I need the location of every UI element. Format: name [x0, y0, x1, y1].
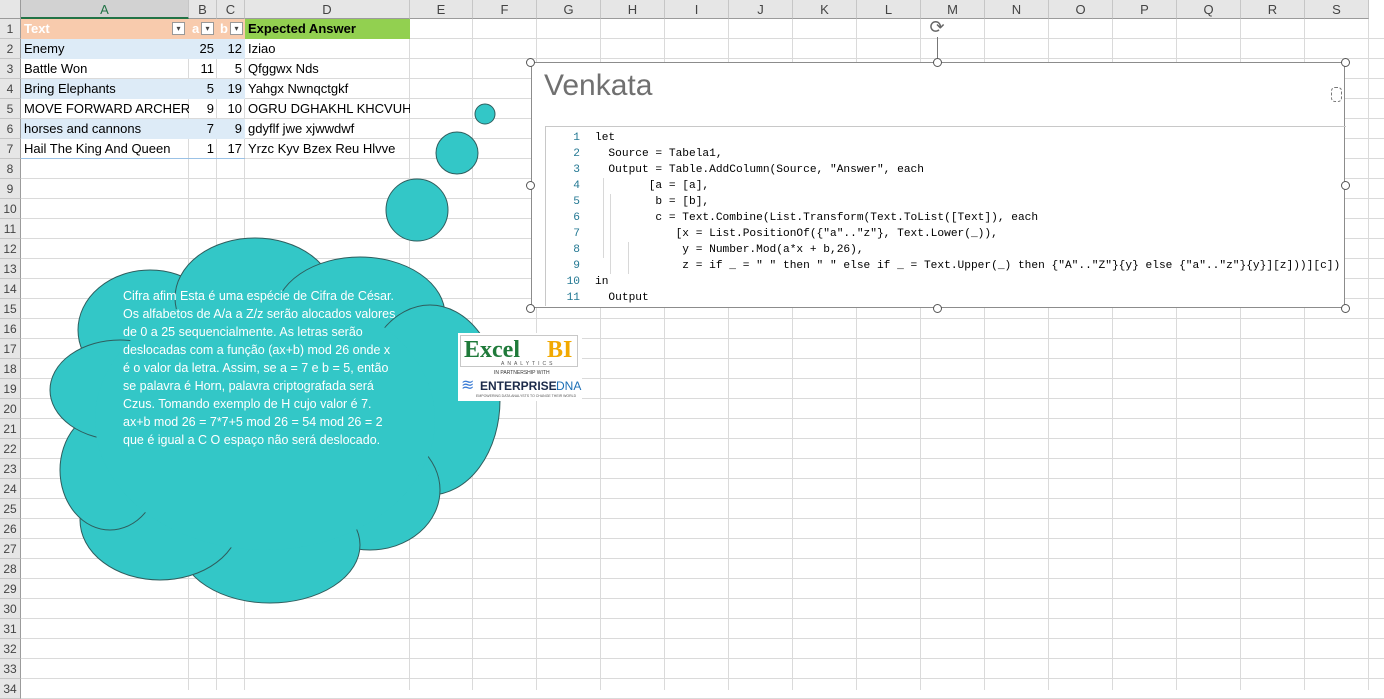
code-text: z = if _ = " " then " " else if _ = Text… [595, 260, 1341, 272]
code-text: y = Number.Mod(a*x + b,26), [595, 244, 864, 256]
line-number: 10 [566, 276, 580, 288]
line-number: 6 [573, 212, 580, 224]
resize-handle[interactable] [933, 304, 942, 313]
resize-handle[interactable] [1341, 58, 1350, 67]
indent-guide [610, 194, 611, 274]
spreadsheet-grid[interactable]: ABCDEFGHIJKLMNOPQRS 1 2 3 4 5 6 7 8 9 10 11 12 13 14 1… [0, 0, 1384, 699]
code-text: Output = Table.AddColumn(Source, "Answer… [595, 164, 924, 176]
resize-handle[interactable] [526, 304, 535, 313]
logo-partner-text: ENTERPRISE [480, 379, 557, 393]
indent-guide [603, 178, 604, 258]
excelbi-logo: Excel BI ANALYTICS IN PARTNERSHIP WITH ≋… [458, 333, 582, 401]
line-number: 2 [573, 148, 580, 160]
code-line: 5 b = [b], [546, 194, 1346, 210]
line-number: 3 [573, 164, 580, 176]
code-text: Source = Tabela1, [595, 148, 723, 160]
code-line: 4 [a = [a], [546, 178, 1346, 194]
dna-icon: ≋ [461, 377, 475, 394]
code-text-box[interactable]: Venkata 1 let 2 Source = Tabela1, 3 Output … [531, 62, 1346, 308]
rotate-handle-icon[interactable]: ⟳ [927, 17, 947, 37]
code-text: [a = [a], [595, 180, 710, 192]
logo-partner-dna-text: DNA [556, 379, 582, 393]
code-line: 8 y = Number.Mod(a*x + b,26), [546, 242, 1346, 258]
code-text: in [595, 276, 609, 288]
code-line: 1 let [546, 130, 1346, 146]
code-text: b = [b], [595, 196, 710, 208]
code-line: 6 c = Text.Combine(List.Transform(Text.T… [546, 210, 1346, 226]
logo-bi-text: BI [547, 337, 573, 363]
line-number: 8 [573, 244, 580, 256]
line-number: 4 [573, 180, 580, 192]
rotate-handle-stem [937, 37, 938, 58]
code-panel-title: Venkata [544, 69, 653, 102]
code-line: 3 Output = Table.AddColumn(Source, "Answ… [546, 162, 1346, 178]
resize-handle[interactable] [1341, 181, 1350, 190]
line-number: 11 [566, 292, 580, 304]
resize-handle[interactable] [933, 58, 942, 67]
code-line: 2 Source = Tabela1, [546, 146, 1346, 162]
resize-handle[interactable] [526, 181, 535, 190]
code-line: 11 Output [546, 290, 1346, 306]
resize-handle[interactable] [1341, 304, 1350, 313]
text-box-anchor-icon [1331, 87, 1342, 102]
code-text: c = Text.Combine(List.Transform(Text.ToL… [595, 212, 1039, 224]
line-number: 1 [573, 132, 580, 144]
logo-tagline-text: EMPOWERING DATA ANALYSTS TO CHANGE THEIR… [476, 394, 577, 398]
code-text: let [595, 132, 616, 144]
code-line: 7 [x = List.PositionOf({"a".."z"}, Text.… [546, 226, 1346, 242]
code-text: Output [595, 292, 649, 304]
logo-analytics-text: ANALYTICS [501, 361, 556, 367]
indent-guide [628, 242, 629, 274]
code-editor: 1 let 2 Source = Tabela1, 3 Output = Table.… [545, 126, 1346, 306]
code-text: [x = List.PositionOf({"a".."z"}, Text.Lo… [595, 228, 998, 240]
line-number: 5 [573, 196, 580, 208]
line-number: 9 [573, 260, 580, 272]
logo-partnership-text: IN PARTNERSHIP WITH [494, 370, 550, 376]
logo-excel-text: Excel [464, 337, 520, 363]
code-line: 9 z = if _ = " " then " " else if _ = Te… [546, 258, 1346, 274]
line-number: 7 [573, 228, 580, 240]
resize-handle[interactable] [526, 58, 535, 67]
callout-text: Cifra afim Esta é uma espécie de Cifra d… [123, 289, 396, 447]
code-line: 10 in [546, 274, 1346, 290]
